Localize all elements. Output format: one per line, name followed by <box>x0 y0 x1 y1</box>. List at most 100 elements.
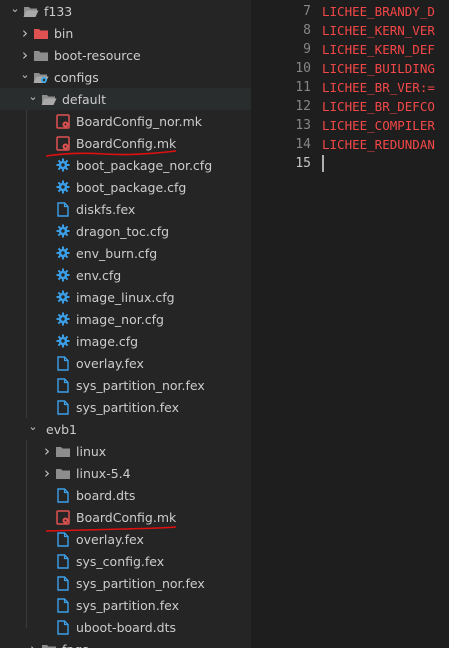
tree-item-label: uboot-board.dts <box>76 619 176 635</box>
tree-item-label: linux <box>76 443 107 459</box>
blank-icon <box>40 421 42 437</box>
chevron-down-icon[interactable]: ⌄ <box>18 68 32 81</box>
tree-item[interactable]: ›linux↳ <box>0 440 251 462</box>
tree-item-label: board.dts <box>76 487 136 503</box>
tree-item[interactable]: ⌄ configs <box>0 66 251 88</box>
tree-item-label: dragon_toc.cfg <box>76 223 170 239</box>
tree-item[interactable]: BoardConfig_nor.mk <box>0 110 251 132</box>
tree-item[interactable]: env.cfg <box>0 264 251 286</box>
line-number: 12 <box>295 99 311 114</box>
tree-item-label: sys_config.fex <box>76 553 165 569</box>
tree-item[interactable]: ⌄ evb1 <box>0 418 251 440</box>
tree-item[interactable]: image.cfg <box>0 330 251 352</box>
tree-item-label: image.cfg <box>76 333 139 349</box>
code-line[interactable]: LICHEE_COMPILER <box>322 116 435 135</box>
config-folder-icon <box>32 69 50 85</box>
tree-item-label: sys_partition.fex <box>76 399 179 415</box>
tree-item[interactable]: diskfs.fex <box>0 198 251 220</box>
code-editor[interactable]: 7 LICHEE_BRANDY_D 8 LICHEE_KERN_VER 9 LICHEE_… <box>251 0 449 648</box>
makefile-icon <box>54 113 72 129</box>
tree-item-label: linux-5.4 <box>76 465 131 481</box>
file-icon <box>54 553 72 569</box>
tree-item-label: sys_partition.fex <box>76 597 179 613</box>
file-icon <box>54 487 72 503</box>
indent-guide <box>26 110 27 418</box>
tree-item-label: env.cfg <box>76 267 122 283</box>
folder-icon <box>54 443 72 459</box>
file-icon <box>54 619 72 635</box>
tree-item[interactable]: dragon_toc.cfg <box>0 220 251 242</box>
tree-item-label: evb1 <box>46 421 77 437</box>
line-number: 8 <box>303 23 311 38</box>
tree-item[interactable]: ⌄ default <box>0 88 251 110</box>
tree-item-label: BoardConfig_nor.mk <box>76 113 203 129</box>
gear-icon <box>54 223 72 239</box>
tree-item[interactable]: sys_config.fex <box>0 550 251 572</box>
tree-item[interactable]: env_burn.cfg <box>0 242 251 264</box>
gear-icon <box>54 333 72 349</box>
folder-open-icon <box>22 3 40 19</box>
makefile-icon <box>54 509 72 525</box>
tree-item-label: image_nor.cfg <box>76 311 164 327</box>
tree-item-label: image_linux.cfg <box>76 289 175 305</box>
chevron-right-icon[interactable]: › <box>18 46 32 64</box>
code-line[interactable]: LICHEE_BR_VER:= <box>322 78 435 97</box>
code-line[interactable]: LICHEE_BRANDY_D <box>322 2 435 21</box>
indent-guide <box>26 440 27 628</box>
folder-red-icon <box>32 25 50 41</box>
chevron-down-icon[interactable]: ⌄ <box>26 90 40 103</box>
tree-item[interactable]: board.dts↳ <box>0 484 251 506</box>
tree-item[interactable]: › linux-5.4 <box>0 462 251 484</box>
chevron-right-icon[interactable]: › <box>40 464 54 482</box>
gear-icon <box>54 311 72 327</box>
tree-item-label: boot-resource <box>54 47 141 63</box>
gear-icon <box>54 267 72 283</box>
line-number: 14 <box>295 137 311 152</box>
folder-icon <box>40 641 58 648</box>
tree-item[interactable]: overlay.fex <box>0 352 251 374</box>
tree-item[interactable]: ⌄ f133 <box>0 0 251 22</box>
tree-item-label: f133 <box>44 3 73 19</box>
chevron-right-icon[interactable]: › <box>18 24 32 42</box>
code-line[interactable]: LICHEE_BR_DEFCO <box>322 97 435 116</box>
file-icon <box>54 201 72 217</box>
chevron-down-icon[interactable]: ⌄ <box>8 2 22 15</box>
chevron-right-icon[interactable]: › <box>26 640 40 648</box>
text-cursor <box>322 155 324 172</box>
tree-item[interactable]: sys_partition_nor.fex <box>0 572 251 594</box>
file-icon <box>54 355 72 371</box>
line-number: 15 <box>295 156 311 171</box>
tree-item[interactable]: uboot-board.dts <box>0 616 251 638</box>
tree-item[interactable]: sys_partition.fex <box>0 396 251 418</box>
line-number: 13 <box>295 118 311 133</box>
line-number: 10 <box>295 61 311 76</box>
folder-open-icon <box>40 91 58 107</box>
tree-item-label: diskfs.fex <box>76 201 136 217</box>
tree-item[interactable]: sys_partition_nor.fex <box>0 374 251 396</box>
tree-item-label: boot_package.cfg <box>76 179 187 195</box>
tree-item[interactable]: sys_partition.fex <box>0 594 251 616</box>
annotation-underline-evb1-boardconfig <box>45 526 177 532</box>
code-line[interactable]: LICHEE_KERN_DEF <box>322 40 435 59</box>
code-line[interactable]: LICHEE_REDUNDAN <box>322 135 435 154</box>
tree-item-label: configs <box>54 69 99 85</box>
line-number: 11 <box>295 80 311 95</box>
folder-icon <box>32 47 50 63</box>
tree-item[interactable]: image_linux.cfg <box>0 286 251 308</box>
annotation-underline-default-boardconfig <box>45 150 177 157</box>
chevron-down-icon[interactable]: ⌄ <box>26 420 40 433</box>
tree-item[interactable]: boot_package.cfg <box>0 176 251 198</box>
tree-item[interactable]: image_nor.cfg <box>0 308 251 330</box>
explorer-sidebar: ⌄ f133 › bin › boot-resource ⌄ configs ⌄ default B… <box>0 0 251 648</box>
folder-icon <box>54 465 72 481</box>
chevron-right-icon[interactable]: › <box>40 442 54 460</box>
tree-item-label: sys_partition_nor.fex <box>76 575 205 591</box>
code-line[interactable]: LICHEE_BUILDING <box>322 59 435 78</box>
line-number: 9 <box>303 42 311 57</box>
tree-item[interactable]: › bin <box>0 22 251 44</box>
tree-item[interactable]: › fpga <box>0 638 251 648</box>
file-icon <box>54 377 72 393</box>
code-line[interactable]: LICHEE_KERN_VER <box>322 21 435 40</box>
tree-item-label: bin <box>54 25 74 41</box>
tree-item[interactable]: › boot-resource <box>0 44 251 66</box>
